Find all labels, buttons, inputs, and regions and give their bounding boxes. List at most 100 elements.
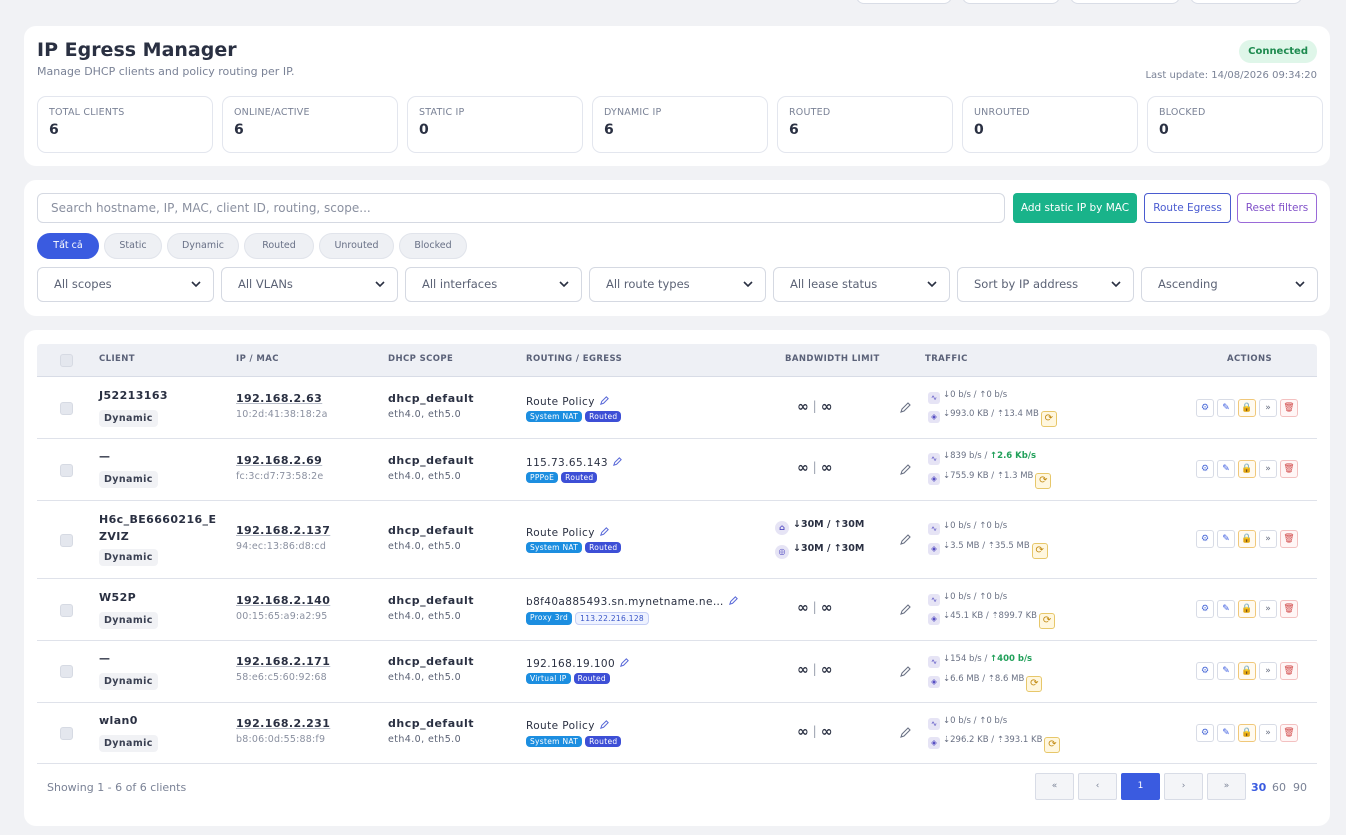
- edit-route-icon[interactable]: [599, 719, 610, 730]
- interfaces: eth4.0, eth5.0: [388, 541, 462, 552]
- refresh-icon[interactable]: ⟳: [1040, 411, 1057, 427]
- ip-link[interactable]: 192.168.2.140: [236, 594, 330, 607]
- edit-icon[interactable]: ✎: [1217, 530, 1235, 548]
- traffic-rate: ∿ ↓839 b/s / ↑2.6 Kb/s: [928, 451, 1036, 465]
- chip-blocked[interactable]: Blocked: [399, 233, 467, 259]
- edit-route-icon[interactable]: [619, 657, 630, 668]
- lock-icon[interactable]: 🔒: [1238, 530, 1256, 548]
- sort-select[interactable]: Sort by IP address: [957, 267, 1134, 302]
- settings-icon[interactable]: ⚙: [1196, 530, 1214, 548]
- order-select[interactable]: Ascending: [1141, 267, 1318, 302]
- row-checkbox[interactable]: [60, 464, 73, 477]
- col-client[interactable]: CLIENT: [99, 354, 135, 364]
- lock-icon[interactable]: 🔒: [1238, 399, 1256, 417]
- lock-icon[interactable]: 🔒: [1238, 460, 1256, 478]
- search-input[interactable]: Search hostname, IP, MAC, client ID, rou…: [37, 193, 1005, 223]
- ip-link[interactable]: 192.168.2.69: [236, 454, 322, 467]
- last-page-button[interactable]: »: [1207, 773, 1246, 800]
- edit-bandwidth-icon[interactable]: [899, 665, 912, 678]
- edit-icon[interactable]: ✎: [1217, 724, 1235, 742]
- lock-icon[interactable]: 🔒: [1238, 724, 1256, 742]
- col-ip-mac[interactable]: IP / MAC: [236, 354, 279, 364]
- forward-icon[interactable]: »: [1259, 600, 1277, 618]
- edit-bandwidth-icon[interactable]: [899, 463, 912, 476]
- edit-route-icon[interactable]: [612, 456, 623, 467]
- chip-routed[interactable]: Routed: [244, 233, 314, 259]
- top-button-4[interactable]: [1190, 0, 1302, 4]
- forward-icon[interactable]: »: [1259, 530, 1277, 548]
- forward-icon[interactable]: »: [1259, 662, 1277, 680]
- first-page-button[interactable]: «: [1035, 773, 1074, 800]
- lock-icon[interactable]: 🔒: [1238, 662, 1256, 680]
- chip-unrouted[interactable]: Unrouted: [319, 233, 394, 259]
- rate-separator: /: [984, 654, 988, 664]
- page-size-90[interactable]: 90: [1293, 781, 1307, 794]
- add-static-ip-button[interactable]: Add static IP by MAC: [1013, 193, 1137, 223]
- trash-icon[interactable]: 🗑: [1280, 662, 1298, 680]
- refresh-icon[interactable]: ⟳: [1031, 543, 1048, 559]
- chip-all[interactable]: Tất cả: [37, 233, 99, 259]
- refresh-icon[interactable]: ⟳: [1044, 737, 1061, 753]
- select-all-checkbox[interactable]: [60, 354, 73, 367]
- top-button-3[interactable]: [1070, 0, 1180, 4]
- row-checkbox[interactable]: [60, 665, 73, 678]
- refresh-icon[interactable]: ⟳: [1035, 473, 1052, 489]
- row-checkbox[interactable]: [60, 727, 73, 740]
- settings-icon[interactable]: ⚙: [1196, 399, 1214, 417]
- lease-status-select[interactable]: All lease status: [773, 267, 950, 302]
- top-button-1[interactable]: [856, 0, 952, 4]
- forward-icon[interactable]: »: [1259, 399, 1277, 417]
- forward-icon[interactable]: »: [1259, 460, 1277, 478]
- edit-icon[interactable]: ✎: [1217, 600, 1235, 618]
- edit-route-icon[interactable]: [599, 526, 610, 537]
- scope-select[interactable]: All scopes: [37, 267, 214, 302]
- page-size-60[interactable]: 60: [1272, 781, 1286, 794]
- trash-icon[interactable]: 🗑: [1280, 724, 1298, 742]
- route-type-select[interactable]: All route types: [589, 267, 766, 302]
- col-bandwidth[interactable]: BANDWIDTH LIMIT: [785, 354, 880, 364]
- edit-bandwidth-icon[interactable]: [899, 603, 912, 616]
- refresh-icon[interactable]: ⟳: [1039, 613, 1056, 629]
- page-1-button[interactable]: 1: [1121, 773, 1160, 800]
- top-button-2[interactable]: [962, 0, 1060, 4]
- edit-icon[interactable]: ✎: [1217, 399, 1235, 417]
- col-dhcp-scope[interactable]: DHCP SCOPE: [388, 354, 453, 364]
- trash-icon[interactable]: 🗑: [1280, 399, 1298, 417]
- chip-dynamic[interactable]: Dynamic: [167, 233, 239, 259]
- edit-route-icon[interactable]: [728, 595, 739, 606]
- vlan-select[interactable]: All VLANs: [221, 267, 398, 302]
- edit-bandwidth-icon[interactable]: [899, 401, 912, 414]
- refresh-icon[interactable]: ⟳: [1026, 676, 1043, 692]
- col-traffic[interactable]: TRAFFIC: [925, 354, 968, 364]
- settings-icon[interactable]: ⚙: [1196, 460, 1214, 478]
- edit-icon[interactable]: ✎: [1217, 662, 1235, 680]
- edit-route-icon[interactable]: [599, 395, 610, 406]
- row-checkbox[interactable]: [60, 534, 73, 547]
- next-page-button[interactable]: ›: [1164, 773, 1203, 800]
- rate-separator: /: [982, 541, 986, 551]
- route-egress-button[interactable]: Route Egress: [1144, 193, 1231, 223]
- edit-icon[interactable]: ✎: [1217, 460, 1235, 478]
- col-routing[interactable]: ROUTING / EGRESS: [526, 354, 622, 364]
- lock-icon[interactable]: 🔒: [1238, 600, 1256, 618]
- ip-link[interactable]: 192.168.2.231: [236, 717, 330, 730]
- ip-link[interactable]: 192.168.2.171: [236, 655, 330, 668]
- trash-icon[interactable]: 🗑: [1280, 460, 1298, 478]
- reset-filters-button[interactable]: Reset filters: [1237, 193, 1317, 223]
- page-size-30[interactable]: 30: [1251, 781, 1266, 794]
- trash-icon[interactable]: 🗑: [1280, 530, 1298, 548]
- edit-bandwidth-icon[interactable]: [899, 726, 912, 739]
- chip-static[interactable]: Static: [104, 233, 162, 259]
- edit-bandwidth-icon[interactable]: [899, 533, 912, 546]
- settings-icon[interactable]: ⚙: [1196, 724, 1214, 742]
- ip-link[interactable]: 192.168.2.137: [236, 524, 330, 537]
- row-checkbox[interactable]: [60, 402, 73, 415]
- ip-link[interactable]: 192.168.2.63: [236, 392, 322, 405]
- row-checkbox[interactable]: [60, 604, 73, 617]
- settings-icon[interactable]: ⚙: [1196, 662, 1214, 680]
- forward-icon[interactable]: »: [1259, 724, 1277, 742]
- settings-icon[interactable]: ⚙: [1196, 600, 1214, 618]
- prev-page-button[interactable]: ‹: [1078, 773, 1117, 800]
- interface-select[interactable]: All interfaces: [405, 267, 582, 302]
- trash-icon[interactable]: 🗑: [1280, 600, 1298, 618]
